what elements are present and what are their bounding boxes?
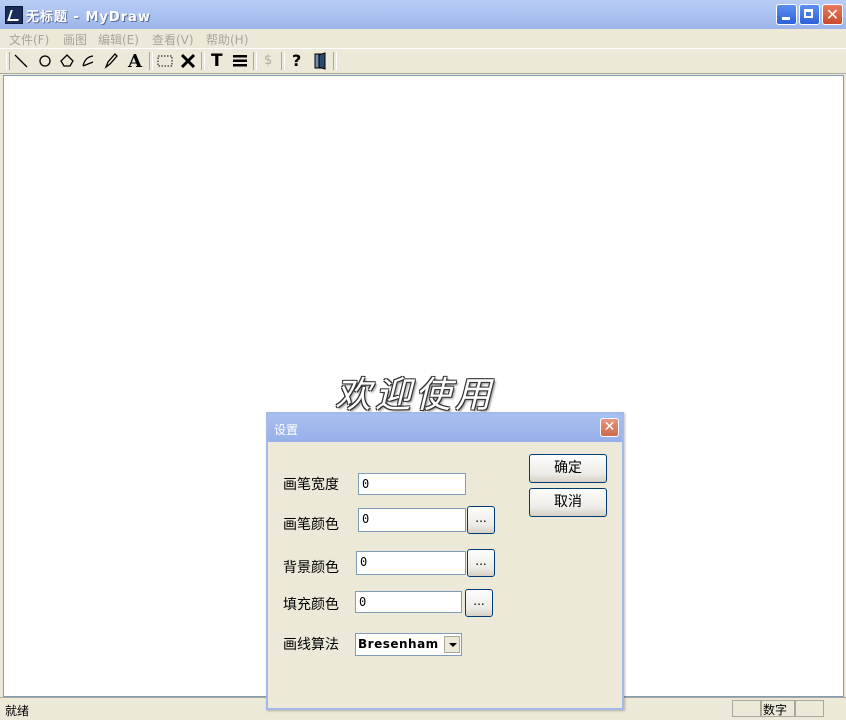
welcome-text: 欢迎使用: [335, 375, 496, 416]
menu-draw[interactable]: 画图: [63, 31, 87, 48]
pen-color-picker-button[interactable]: ...: [467, 506, 495, 534]
bg-color-picker-button[interactable]: ...: [467, 549, 495, 577]
status-pane: [732, 700, 761, 717]
fill-color-label: 填充颜色: [283, 597, 339, 613]
curve-tool[interactable]: [79, 51, 99, 71]
line-weight-icon: [233, 55, 247, 67]
polygon-icon: [60, 54, 74, 67]
status-pane: [795, 700, 824, 717]
toolbar: A T $ ?: [0, 48, 846, 74]
toolbar-separator: [149, 52, 153, 70]
pencil-icon: [104, 53, 118, 69]
text-a-icon: A: [128, 51, 142, 72]
t-icon: T: [211, 51, 223, 71]
toolbar-separator: [333, 52, 337, 70]
menu-file[interactable]: 文件(F): [9, 31, 49, 48]
line-algorithm-value: Bresenham: [358, 637, 439, 651]
text-format-tool[interactable]: T: [207, 51, 227, 71]
toolbar-separator: [281, 52, 285, 70]
line-icon: [14, 54, 28, 68]
ok-button[interactable]: 确定: [529, 454, 607, 483]
close-icon: ✕: [603, 419, 616, 435]
close-button[interactable]: ✕: [822, 4, 843, 25]
toolbar-separator: [253, 52, 257, 70]
delete-tool[interactable]: [178, 51, 198, 71]
line-algorithm-label: 画线算法: [283, 637, 339, 653]
dialog-close-button[interactable]: ✕: [600, 418, 619, 437]
bg-color-input[interactable]: 0: [356, 551, 466, 575]
maximize-icon: [804, 9, 813, 18]
exit-tool[interactable]: [310, 51, 330, 71]
minimize-icon: [782, 17, 790, 20]
disabled-tool[interactable]: $: [258, 51, 278, 71]
app-icon[interactable]: [5, 6, 23, 24]
menu-help[interactable]: 帮助(H): [206, 31, 248, 48]
bg-color-label: 背景颜色: [283, 560, 339, 576]
select-tool[interactable]: [155, 51, 175, 71]
text-tool[interactable]: A: [125, 51, 145, 72]
fill-color-picker-button[interactable]: ...: [465, 589, 493, 617]
ellipse-tool[interactable]: [35, 51, 55, 71]
pen-width-input[interactable]: 0: [358, 473, 466, 495]
maximize-button[interactable]: [799, 4, 820, 25]
polygon-tool[interactable]: [57, 51, 77, 71]
fill-color-input[interactable]: 0: [355, 591, 462, 613]
status-text: 就绪: [5, 704, 30, 718]
menu-view[interactable]: 查看(V): [152, 31, 194, 48]
num-lock-indicator: 数字: [763, 703, 788, 717]
door-icon: [314, 52, 326, 70]
dialog-title-bar[interactable]: 设置 ✕: [268, 414, 622, 442]
dotted-rect-icon: [157, 55, 173, 67]
x-icon: [180, 53, 196, 69]
menu-edit[interactable]: 编辑(E): [98, 31, 139, 48]
dialog-title: 设置: [274, 423, 299, 437]
help-icon: ?: [292, 51, 302, 70]
line-width-tool[interactable]: [230, 51, 250, 71]
toolbar-separator: [201, 52, 205, 70]
line-algorithm-select[interactable]: Bresenham: [355, 633, 462, 656]
minimize-button[interactable]: [776, 4, 797, 25]
cancel-button[interactable]: 取消: [529, 488, 607, 517]
help-tool[interactable]: ?: [287, 51, 307, 71]
window-title: 无标题 - MyDraw: [26, 10, 151, 25]
pencil-tool[interactable]: [101, 51, 121, 71]
chevron-down-icon[interactable]: [444, 636, 460, 653]
menu-bar: 文件(F) 画图 编辑(E) 查看(V) 帮助(H): [0, 29, 846, 48]
close-icon: ✕: [825, 5, 840, 24]
ellipse-icon: [39, 55, 51, 67]
pen-color-label: 画笔颜色: [283, 517, 339, 533]
line-tool[interactable]: [11, 51, 31, 71]
curve-icon: [82, 55, 94, 67]
title-bar: 无标题 - MyDraw ✕: [0, 0, 846, 29]
toolbar-grip[interactable]: [6, 52, 10, 70]
pen-color-input[interactable]: 0: [358, 508, 466, 532]
dollar-icon: $: [264, 53, 273, 68]
pen-width-label: 画笔宽度: [283, 477, 339, 493]
